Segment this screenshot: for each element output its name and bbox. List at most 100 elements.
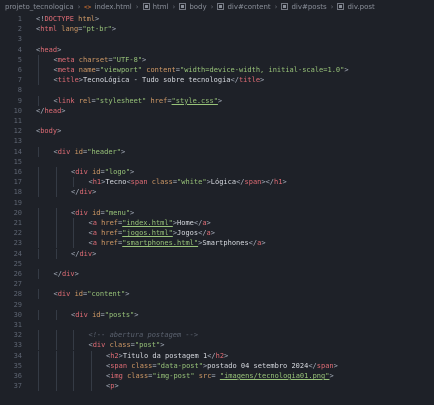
indent-guide bbox=[73, 350, 74, 361]
code-token: class bbox=[109, 341, 131, 350]
code-line[interactable]: 25 bbox=[0, 259, 434, 269]
breadcrumb-item[interactable]: body bbox=[179, 3, 207, 11]
code-token: > bbox=[134, 310, 139, 319]
code-line[interactable]: 23 <a href="smartphones.html">Smartphones… bbox=[0, 238, 434, 249]
code-line[interactable]: 26 </div> bbox=[0, 269, 434, 279]
line-number: 2 bbox=[17, 25, 22, 34]
code-line[interactable]: 3 bbox=[0, 34, 434, 44]
indent-guide bbox=[55, 248, 57, 259]
code-line[interactable]: 6 <meta name="viewport" content="width=de… bbox=[0, 65, 434, 75]
line-number: 14 bbox=[13, 147, 22, 156]
code-text: <html lang="pt-br"> bbox=[36, 24, 116, 34]
breadcrumb-label: div#content bbox=[227, 2, 271, 11]
code-token: id bbox=[92, 168, 101, 176]
code-line[interactable]: 31 bbox=[0, 320, 434, 330]
code-line[interactable]: 30 <div id="posts"> bbox=[0, 309, 434, 320]
code-text: <img class="img-post" src= "imagens/tecn… bbox=[106, 371, 334, 381]
code-token: </ bbox=[248, 239, 258, 248]
code-token: div bbox=[79, 188, 93, 197]
code-line[interactable]: 17 <h1>Tecno<span class="white">Lógica</s… bbox=[0, 177, 434, 188]
code-token: <!-- abertura postagem --> bbox=[88, 331, 199, 340]
breadcrumb-item[interactable]: html bbox=[142, 3, 169, 11]
indent-guide bbox=[38, 95, 39, 106]
code-token: > bbox=[260, 76, 265, 85]
code-line[interactable]: 22 <a href="jogos.html">Jogos</a> bbox=[0, 228, 434, 239]
code-line[interactable]: 20 <div id="menu"> bbox=[0, 207, 434, 218]
breadcrumb-label: index.html bbox=[94, 2, 132, 11]
code-line[interactable]: 35 <span class="data-post">postado 04 set… bbox=[0, 360, 434, 371]
code-text: <!-- abertura postagem --> bbox=[89, 330, 199, 340]
breadcrumb-item[interactable]: div#posts bbox=[281, 3, 327, 11]
code-token: h1 bbox=[92, 178, 102, 187]
code-token: div bbox=[75, 208, 88, 217]
code-token: div bbox=[57, 147, 71, 156]
code-line[interactable]: 16 <div id="logo"> bbox=[0, 167, 434, 177]
code-line[interactable]: 36 <img class="img-post" src= "imagens/te… bbox=[0, 371, 434, 381]
code-token: > bbox=[261, 239, 266, 248]
code-line[interactable]: 14 <div id="header"> bbox=[0, 146, 434, 157]
breadcrumb-item[interactable]: div#content bbox=[217, 2, 271, 11]
code-line[interactable]: 8 bbox=[0, 85, 434, 95]
code-token: div bbox=[75, 168, 88, 176]
code-token: div bbox=[75, 310, 88, 319]
code-token: > bbox=[130, 208, 135, 217]
indent-guide bbox=[73, 340, 74, 351]
element-icon bbox=[179, 3, 187, 10]
indent-guide bbox=[55, 381, 57, 392]
code-token: rel bbox=[78, 96, 92, 105]
code-line[interactable]: 11 bbox=[0, 116, 434, 126]
code-token: href bbox=[101, 239, 119, 248]
code-line[interactable]: 13 bbox=[0, 136, 434, 146]
indent-guide bbox=[55, 177, 57, 188]
line-number: 19 bbox=[13, 198, 22, 207]
code-line[interactable]: 27 bbox=[0, 279, 434, 289]
breadcrumb-item[interactable]: <> index.html bbox=[84, 2, 132, 12]
indent-guide bbox=[38, 187, 39, 198]
code-token: Home bbox=[177, 219, 194, 227]
code-line[interactable]: 12 <body> bbox=[0, 126, 434, 136]
code-line[interactable]: 34 <h2>Titulo da postagem 1</h2> bbox=[0, 350, 434, 361]
breadcrumb-label: div.post bbox=[347, 2, 375, 11]
code-line[interactable]: 37 <p> bbox=[0, 381, 434, 392]
code-token: "width=device-width, initial-scale=1.0" bbox=[179, 66, 345, 74]
code-token: ></ bbox=[261, 178, 275, 187]
code-token: charset bbox=[78, 55, 109, 64]
code-line[interactable]: 5 <meta charset="UTF-8"> bbox=[0, 54, 434, 65]
code-line[interactable]: 29 bbox=[0, 300, 434, 310]
code-token: "white" bbox=[177, 178, 207, 187]
code-line[interactable]: 9 <link rel="stylesheet" href="style.css"… bbox=[0, 95, 434, 106]
code-token: head bbox=[44, 106, 62, 115]
code-token: title bbox=[238, 76, 261, 85]
indent-guide bbox=[38, 289, 39, 300]
line-number: 27 bbox=[13, 280, 22, 289]
code-token: "post" bbox=[134, 341, 161, 350]
svg-text:<>: <> bbox=[84, 4, 91, 10]
code-line[interactable]: 19 bbox=[0, 198, 434, 208]
line-number: 8 bbox=[17, 86, 22, 95]
breadcrumb-item[interactable]: div.post bbox=[337, 2, 375, 11]
code-line[interactable]: 32 <!-- abertura postagem --> bbox=[0, 330, 434, 341]
line-number: 1 bbox=[17, 15, 22, 23]
code-text: <h1>Tecno<span class="white">Lógica</spa… bbox=[89, 177, 287, 187]
indent-guide bbox=[55, 330, 57, 341]
code-line[interactable]: 2 <html lang="pt-br"> bbox=[0, 24, 434, 34]
indent-guide bbox=[90, 350, 92, 361]
element-icon bbox=[337, 3, 345, 10]
code-token: > bbox=[130, 168, 135, 176]
code-editor[interactable]: 1 <!DOCTYPE html> 2 <html lang="pt-br"> 3 4 <h… bbox=[0, 13, 434, 405]
code-token: > bbox=[206, 219, 211, 227]
code-line[interactable]: 18 </div> bbox=[0, 187, 434, 198]
code-line[interactable]: 24 </div> bbox=[0, 248, 434, 259]
code-line[interactable]: 1 <!DOCTYPE html> bbox=[0, 14, 434, 24]
code-token: "menu" bbox=[104, 208, 131, 217]
code-line[interactable]: 4 <head> bbox=[0, 45, 434, 55]
code-token: Titulo da postagem 1 bbox=[122, 351, 208, 360]
code-line[interactable]: 7 <title>TecnoLógica - Tudo sobre tecnolo… bbox=[0, 75, 434, 86]
code-line[interactable]: 21 <a href="index.html">Home</a> bbox=[0, 218, 434, 228]
code-line[interactable]: 15 bbox=[0, 157, 434, 167]
code-token: src bbox=[198, 372, 212, 380]
breadcrumb-item[interactable]: projeto_tecnologica bbox=[5, 3, 74, 11]
code-line[interactable]: 33 <div class="post"> bbox=[0, 340, 434, 351]
code-line[interactable]: 10 </head> bbox=[0, 106, 434, 116]
code-line[interactable]: 28 <div id="content"> bbox=[0, 289, 434, 300]
